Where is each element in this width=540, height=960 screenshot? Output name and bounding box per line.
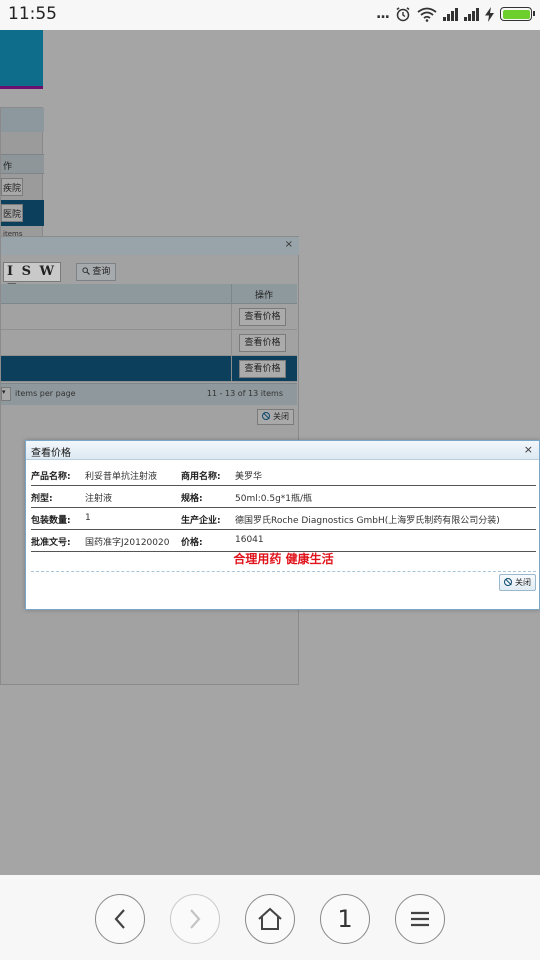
detail-row: 剂型: 注射液 规格: 50ml:0.5g*1瓶/瓶 bbox=[31, 486, 536, 508]
view-price-button[interactable]: 查看价格 bbox=[239, 334, 286, 352]
specification-value: 50ml:0.5g*1瓶/瓶 bbox=[235, 494, 313, 504]
product-name-label: 产品名称: bbox=[31, 472, 71, 482]
trade-name-label: 商用名称: bbox=[181, 472, 221, 482]
detail-row: 产品名称: 利妥昔单抗注射液 商用名称: 美罗华 bbox=[31, 464, 536, 486]
dialog-title: 查看价格 bbox=[31, 448, 71, 459]
query-button-label: 查询 bbox=[92, 267, 111, 277]
chevron-left-icon bbox=[114, 909, 125, 929]
table-header: 操作 bbox=[1, 284, 297, 304]
cancel-icon bbox=[262, 412, 270, 420]
background-list-panel: 作 疾院 医院 items bbox=[0, 107, 44, 242]
price-detail-table: 产品名称: 利妥昔单抗注射液 商用名称: 美罗华 剂型: 注射液 规格: 50m… bbox=[31, 464, 536, 552]
trade-name-value: 美罗华 bbox=[235, 472, 263, 482]
battery-icon bbox=[500, 7, 535, 21]
dosage-form-label: 剂型: bbox=[31, 494, 53, 504]
close-icon[interactable]: × bbox=[285, 239, 293, 250]
tab-count: 1 bbox=[337, 905, 353, 933]
home-icon bbox=[258, 907, 282, 930]
window-titlebar bbox=[1, 237, 299, 255]
detail-row: 批准文号: 国药准字J20120020 价格: 16041 bbox=[31, 530, 536, 552]
close-icon[interactable]: × bbox=[524, 443, 533, 456]
status-time: 11:55 bbox=[8, 4, 57, 24]
view-price-dialog: 查看价格 × 产品名称: 利妥昔单抗注射液 商用名称: 美罗华 剂型: 注射液 … bbox=[25, 440, 540, 610]
manufacturer-value: 德国罗氏Roche Diagnostics GmbH(上海罗氏制药有限公司分装) bbox=[235, 516, 500, 526]
hamburger-menu-icon bbox=[411, 911, 429, 927]
search-icon bbox=[81, 267, 90, 275]
package-quantity-label: 包装数量: bbox=[31, 516, 71, 526]
charging-bolt-icon bbox=[485, 6, 494, 22]
detail-row: 包装数量: 1 生产企业: 德国罗氏Roche Diagnostics GmbH… bbox=[31, 508, 536, 530]
close-button-label: 关闭 bbox=[515, 578, 531, 587]
dosage-form-value: 注射液 bbox=[85, 494, 113, 504]
action-column-header: 操作 bbox=[255, 291, 274, 301]
table-row[interactable]: 查看价格 bbox=[1, 304, 297, 330]
row-action-button[interactable]: 医院 bbox=[1, 204, 23, 222]
tabs-button[interactable]: 1 bbox=[320, 894, 370, 944]
home-button[interactable] bbox=[245, 894, 295, 944]
header-divider bbox=[0, 86, 43, 89]
items-per-page-label: items per page bbox=[15, 389, 76, 398]
browser-bottom-nav: 1 bbox=[0, 875, 540, 960]
view-price-button[interactable]: 查看价格 bbox=[239, 308, 286, 326]
forward-button[interactable] bbox=[170, 894, 220, 944]
approval-number-label: 批准文号: bbox=[31, 538, 71, 548]
specification-label: 规格: bbox=[181, 494, 203, 504]
menu-button[interactable] bbox=[395, 894, 445, 944]
signal-icon-2 bbox=[464, 7, 479, 21]
close-button-label: 关闭 bbox=[273, 412, 289, 421]
table-row[interactable]: 查看价格 bbox=[1, 330, 297, 356]
manufacturer-label: 生产企业: bbox=[181, 516, 221, 526]
alarm-clock-icon bbox=[396, 7, 410, 22]
pager-bar: ▾ items per page 11 - 13 of 13 items bbox=[1, 383, 297, 405]
dialog-close-button[interactable]: 关闭 bbox=[499, 574, 536, 591]
cancel-icon bbox=[504, 578, 512, 586]
query-button[interactable]: 查询 bbox=[76, 263, 116, 281]
view-price-button[interactable]: 查看价格 bbox=[239, 360, 286, 378]
product-name-value: 利妥昔单抗注射液 bbox=[85, 472, 158, 482]
row-action-button[interactable]: 疾院 bbox=[1, 178, 23, 196]
dialog-titlebar: 查看价格 × bbox=[26, 441, 539, 460]
status-icons: ... bbox=[376, 6, 535, 22]
column-header: 作 bbox=[1, 154, 44, 174]
page-header-banner bbox=[0, 30, 43, 86]
more-dots-icon: ... bbox=[376, 6, 390, 22]
signal-icon-1 bbox=[443, 7, 458, 21]
wifi-icon bbox=[417, 7, 437, 22]
table-row-selected[interactable]: 查看价格 bbox=[1, 356, 297, 382]
package-quantity-value: 1 bbox=[85, 513, 91, 523]
slogan-text: 合理用药 健康生活 bbox=[31, 550, 536, 572]
pager-range-text: 11 - 13 of 13 items bbox=[206, 389, 283, 398]
approval-number-value: 国药准字J20120020 bbox=[85, 538, 170, 548]
chevron-right-icon bbox=[190, 909, 201, 929]
price-value: 16041 bbox=[235, 535, 264, 545]
price-label: 价格: bbox=[181, 538, 203, 548]
page-size-select[interactable]: ▾ bbox=[1, 387, 11, 401]
captcha-image[interactable]: I S W E bbox=[3, 262, 61, 297]
back-button[interactable] bbox=[95, 894, 145, 944]
window-close-button[interactable]: 关闭 bbox=[257, 409, 294, 425]
status-bar: 11:55 ... bbox=[0, 0, 540, 30]
panel-header bbox=[1, 108, 44, 132]
